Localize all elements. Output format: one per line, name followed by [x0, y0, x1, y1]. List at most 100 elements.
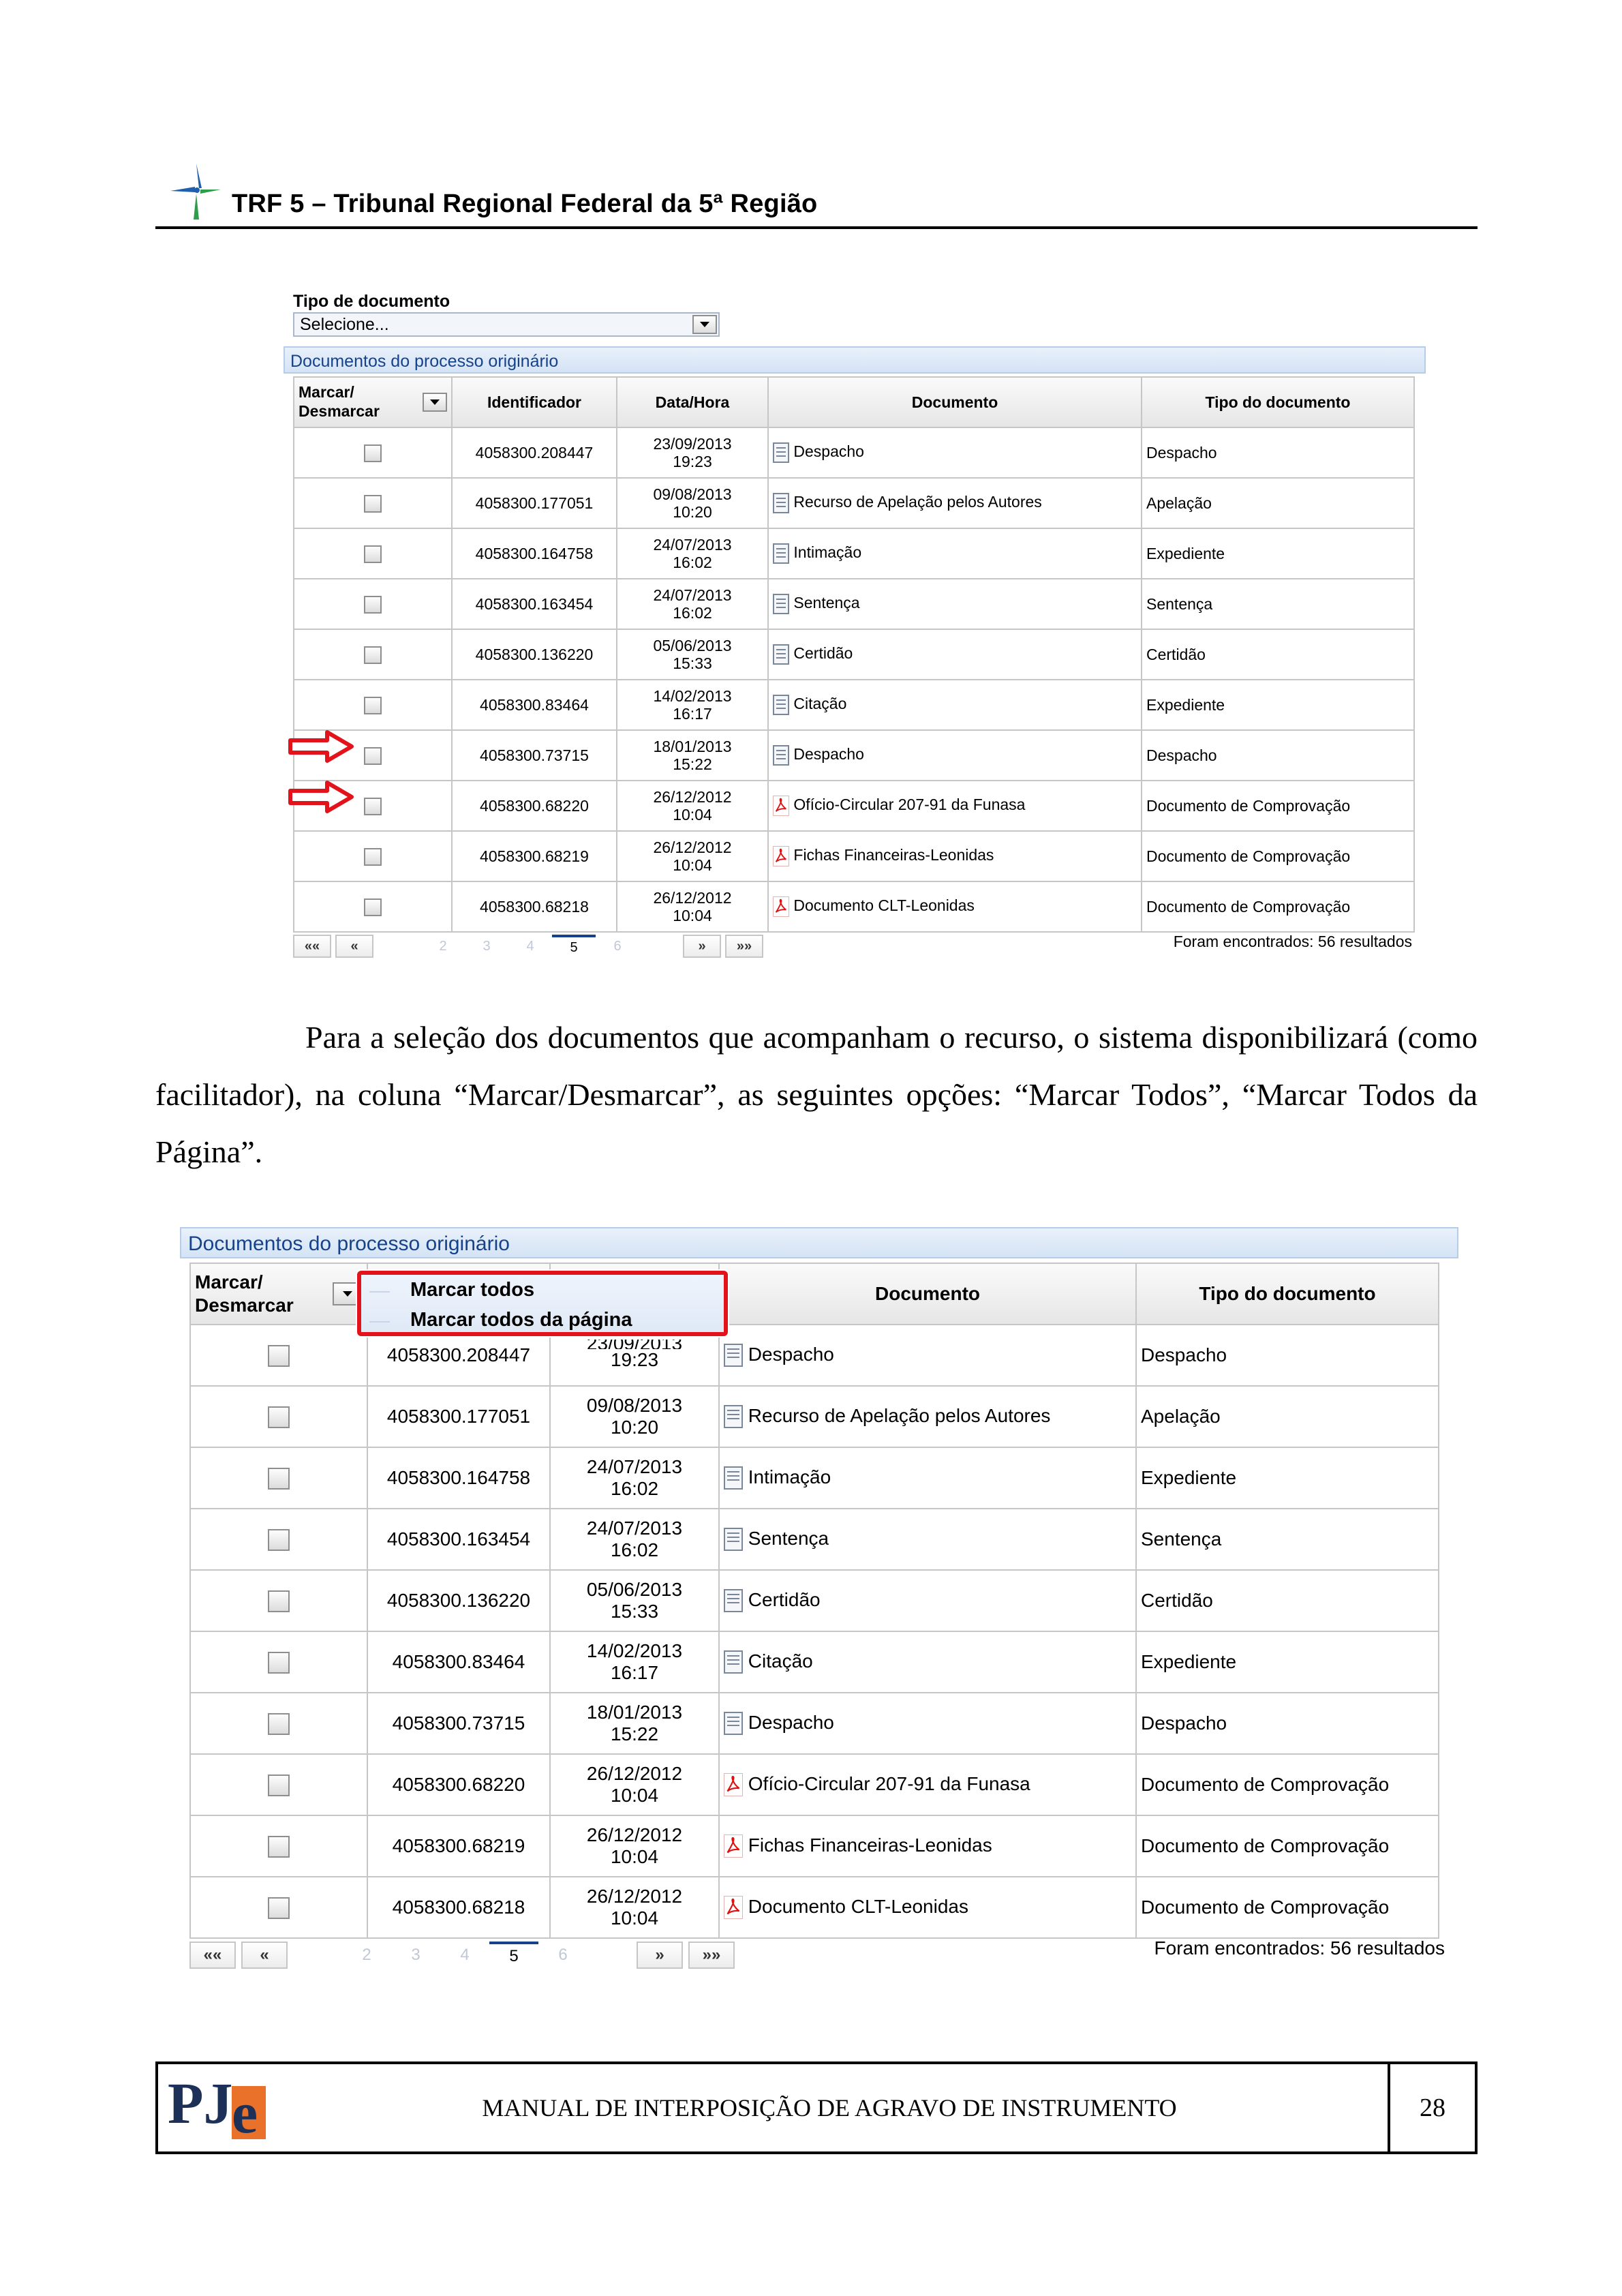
document-link[interactable]: Certidão [748, 1589, 821, 1610]
row-checkbox[interactable] [364, 444, 382, 462]
document-link[interactable]: Citação [748, 1650, 813, 1672]
document-cell: Despacho [718, 1324, 1137, 1387]
document-cell: Sentença [767, 578, 1142, 630]
page-number: 28 [1388, 2064, 1475, 2151]
document-link[interactable]: Ofício-Circular 207-91 da Funasa [748, 1773, 1030, 1794]
date-text: 18/01/2013 [586, 1701, 683, 1723]
current-page: 5 [552, 935, 596, 958]
document-link[interactable]: Despacho [748, 1712, 834, 1733]
page-link[interactable]: 6 [538, 1942, 587, 1969]
datetime-cell: 18/01/2013 15:22 [616, 729, 769, 781]
row-checkbox[interactable] [268, 1835, 290, 1858]
document-cell: Fichas Financeiras-Leonidas [718, 1815, 1137, 1877]
document-link[interactable]: Documento CLT-Leonidas [793, 896, 975, 914]
page-link[interactable]: 6 [596, 935, 639, 958]
date-text: 23/09/2013 [653, 434, 732, 453]
row-checkbox[interactable] [268, 1467, 290, 1490]
type-cell: Expediente [1135, 1447, 1439, 1509]
document-cell: Ofício-Circular 207-91 da Funasa [767, 780, 1142, 832]
type-cell: Documento de Comprovação [1141, 780, 1415, 832]
page-link[interactable]: 2 [342, 1942, 391, 1969]
document-link[interactable]: Fichas Financeiras-Leonidas [793, 846, 994, 864]
document-link[interactable]: Recurso de Apelação pelos Autores [748, 1405, 1051, 1426]
pagination: «« « 2 3 4 5 6 » »» [293, 934, 767, 958]
row-checkbox[interactable] [364, 847, 382, 866]
row-checkbox[interactable] [364, 595, 382, 614]
row-checkbox[interactable] [268, 1590, 290, 1612]
row-checkbox[interactable] [268, 1344, 290, 1367]
document-cell: Ofício-Circular 207-91 da Funasa [718, 1753, 1137, 1816]
table-row: 4058300.20844723/09/201319:23 DespachoDe… [293, 427, 1415, 479]
document-type-select[interactable]: Selecione... [293, 312, 720, 337]
prev-page-button[interactable]: « [335, 935, 373, 958]
document-link[interactable]: Documento CLT-Leonidas [748, 1896, 968, 1917]
select-cell [293, 528, 453, 579]
document-link[interactable]: Citação [793, 695, 846, 712]
results-count: Foram encontrados: 56 resultados [1173, 933, 1412, 950]
time-text: 16:17 [610, 1662, 659, 1683]
date-text: 24/07/2013 [653, 586, 732, 604]
document-link[interactable]: Recurso de Apelação pelos Autores [793, 493, 1041, 511]
red-arrow-icon [288, 730, 354, 763]
document-cell: Citação [767, 679, 1142, 731]
last-page-button[interactable]: »» [725, 935, 763, 958]
menu-item-select-all[interactable]: Marcar todos [410, 1279, 534, 1301]
row-checkbox[interactable] [268, 1406, 290, 1428]
id-cell: 4058300.163454 [451, 578, 617, 630]
row-checkbox[interactable] [364, 545, 382, 563]
table-row: 4058300.177051 09/08/2013 10:20 Recurso de… [189, 1385, 1439, 1448]
row-checkbox[interactable] [364, 494, 382, 513]
row-checkbox[interactable] [268, 1528, 290, 1551]
document-cell: Documento CLT-Leonidas [718, 1876, 1137, 1939]
menu-item-select-page[interactable]: Marcar todos da página [410, 1309, 632, 1331]
type-column-header: Tipo do documento [1135, 1263, 1439, 1325]
document-cell: Recurso de Apelação pelos Autores [767, 477, 1142, 529]
select-column-header: Marcar/Desmarcar [189, 1263, 368, 1325]
datetime-cell: 26/12/2012 10:04 [616, 881, 769, 933]
page-header: TRF 5 – Tribunal Regional Federal da 5ª … [155, 158, 1478, 229]
type-cell: Documento de Comprovação [1135, 1815, 1439, 1877]
row-checkbox[interactable] [364, 696, 382, 714]
row-checkbox[interactable] [268, 1897, 290, 1919]
date-text: 26/12/2012 [586, 1824, 683, 1845]
document-link[interactable]: Intimação [793, 543, 861, 561]
page-link[interactable]: 4 [508, 935, 552, 958]
document-link[interactable]: Despacho [748, 1344, 834, 1365]
page-link[interactable]: 3 [391, 1942, 440, 1969]
first-page-button[interactable]: «« [293, 935, 331, 958]
row-checkbox[interactable] [268, 1712, 290, 1735]
last-page-button[interactable]: »» [688, 1942, 735, 1969]
prev-page-button[interactable]: « [241, 1942, 288, 1969]
body-paragraph: Para a seleção dos documentos que acompa… [155, 1009, 1478, 1181]
document-link[interactable]: Intimação [748, 1466, 831, 1487]
table-row: 4058300.164758 24/07/2013 16:02 Intimação E… [293, 528, 1415, 579]
document-cell: Intimação [718, 1447, 1137, 1509]
row-checkbox[interactable] [364, 797, 382, 815]
row-checkbox[interactable] [364, 746, 382, 765]
document-link[interactable]: Despacho [793, 745, 864, 763]
document-link[interactable]: Certidão [793, 644, 853, 662]
page-link[interactable]: 3 [465, 935, 508, 958]
row-checkbox[interactable] [268, 1774, 290, 1796]
select-menu-button[interactable] [423, 393, 447, 412]
first-page-button[interactable]: «« [189, 1942, 236, 1969]
pje-logo-text: PJ [168, 2070, 233, 2136]
row-checkbox[interactable] [364, 898, 382, 916]
page-spacer [587, 1942, 637, 1969]
document-link[interactable]: Despacho [793, 442, 864, 460]
next-page-button[interactable]: » [637, 1942, 683, 1969]
document-link[interactable]: Sentença [748, 1528, 829, 1549]
row-checkbox[interactable] [268, 1651, 290, 1674]
chevron-down-icon[interactable] [692, 315, 717, 334]
id-cell: 4058300.68218 [367, 1876, 551, 1939]
page-link[interactable]: 4 [440, 1942, 489, 1969]
next-page-button[interactable]: » [683, 935, 721, 958]
row-checkbox[interactable] [364, 646, 382, 664]
datetime-column-header: Data/Hora [616, 376, 769, 428]
time-text: 10:20 [610, 1417, 659, 1438]
document-link[interactable]: Fichas Financeiras-Leonidas [748, 1834, 992, 1856]
document-link[interactable]: Ofício-Circular 207-91 da Funasa [793, 796, 1025, 813]
document-link[interactable]: Sentença [793, 594, 859, 611]
page-link[interactable]: 2 [421, 935, 465, 958]
select-cell [293, 629, 453, 680]
